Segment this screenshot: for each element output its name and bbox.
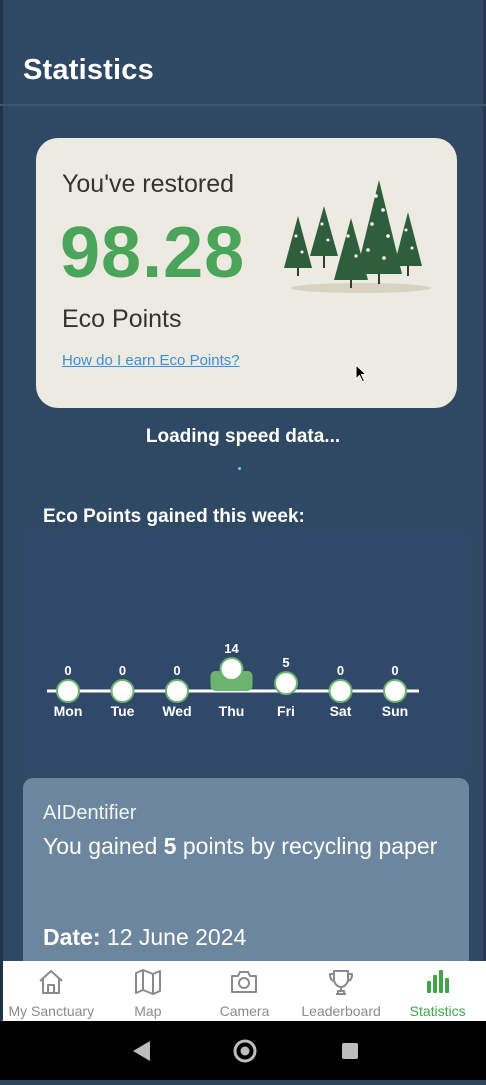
- day-name-label: Sat: [330, 703, 352, 719]
- nav-label: Camera: [219, 1003, 270, 1019]
- recents-icon[interactable]: [342, 1043, 358, 1059]
- week-points-chart: 0 Mon 0 Tue 0 Wed 14 Thu 5 Fri 0 Sat 0 Sun: [47, 641, 419, 719]
- bottom-nav-bar: My Sanctuary Map Camera Leaderboard Stat…: [3, 961, 486, 1021]
- mouse-cursor-icon: [355, 364, 368, 383]
- trophy-icon: [329, 970, 354, 995]
- eco-points-value: 98.28: [60, 213, 246, 293]
- house-icon: [39, 970, 63, 994]
- day-value-label: 0: [337, 663, 344, 678]
- system-nav-buttons: [133, 1039, 358, 1063]
- eco-points-unit: Eco Points: [62, 305, 182, 333]
- activity-message-prefix: You gained: [43, 833, 158, 859]
- activity-source: AIDentifier: [43, 802, 137, 824]
- day-marker-sat: [328, 679, 353, 703]
- nav-label: Statistics: [409, 1003, 466, 1019]
- day-marker-wed: [165, 679, 189, 703]
- header: Statistics: [0, 0, 486, 106]
- app-screen: Statistics You've restored 98.28 Eco Poi…: [0, 0, 486, 1080]
- bar-chart-icon: [426, 970, 449, 993]
- nav-item-camera[interactable]: Camera: [196, 961, 293, 1021]
- day-value-label: 14: [224, 641, 239, 656]
- day-name-label: Fri: [277, 703, 295, 719]
- nav-item-statistics[interactable]: Statistics: [389, 961, 486, 1021]
- day-name-label: Tue: [111, 703, 135, 719]
- trees-illustration: [284, 180, 431, 293]
- week-chart-title: Eco Points gained this week:: [43, 506, 305, 527]
- day-marker-fri: [274, 671, 298, 696]
- screen-edge-left: [0, 0, 3, 1020]
- day-value-label: 0: [391, 663, 398, 678]
- day-marker-thu: [219, 657, 244, 681]
- day-name-label: Sun: [382, 703, 408, 719]
- activity-card[interactable]: AIDentifier You gained 5 points by recyc…: [23, 778, 469, 978]
- nav-item-map[interactable]: Map: [100, 961, 197, 1021]
- home-icon-dot: [240, 1046, 250, 1056]
- activity-points: 5: [163, 833, 177, 859]
- day-name-label: Mon: [54, 703, 83, 719]
- back-icon[interactable]: [133, 1041, 150, 1061]
- eco-points-card: You've restored 98.28 Eco Points How do …: [36, 138, 457, 408]
- loading-indicator: [238, 467, 241, 470]
- day-name-label: Wed: [162, 703, 191, 719]
- map-icon: [134, 969, 161, 995]
- earn-eco-points-link[interactable]: How do I earn Eco Points?: [62, 352, 240, 369]
- day-value-label: 0: [64, 663, 71, 678]
- day-value-label: 5: [282, 655, 289, 670]
- camera-icon: [231, 971, 258, 993]
- day-name-label: Thu: [219, 703, 245, 719]
- activity-date-value: 12 June 2024: [106, 924, 247, 950]
- page-title: Statistics: [23, 54, 154, 86]
- loading-speed-text: Loading speed data...: [145, 426, 341, 447]
- system-nav-bar: [0, 1021, 486, 1080]
- day-value-label: 0: [173, 663, 180, 678]
- day-marker-mon: [56, 679, 80, 703]
- activity-message: You gained 5 points by recycling paper: [43, 832, 443, 861]
- nav-label: Map: [134, 1003, 162, 1019]
- activity-date: Date: 12 June 2024: [43, 924, 246, 951]
- nav-item-leaderboard[interactable]: Leaderboard: [293, 961, 390, 1021]
- nav-label: My Sanctuary: [8, 1003, 95, 1019]
- activity-message-suffix: points by recycling paper: [182, 833, 438, 859]
- day-value-label: 0: [119, 663, 126, 678]
- day-marker-sun: [383, 679, 407, 703]
- nav-item-my-sanctuary[interactable]: My Sanctuary: [3, 961, 100, 1021]
- activity-date-label: Date:: [43, 924, 101, 950]
- nav-label: Leaderboard: [301, 1003, 381, 1019]
- day-marker-tue: [110, 679, 135, 703]
- restored-label: You've restored: [62, 170, 235, 198]
